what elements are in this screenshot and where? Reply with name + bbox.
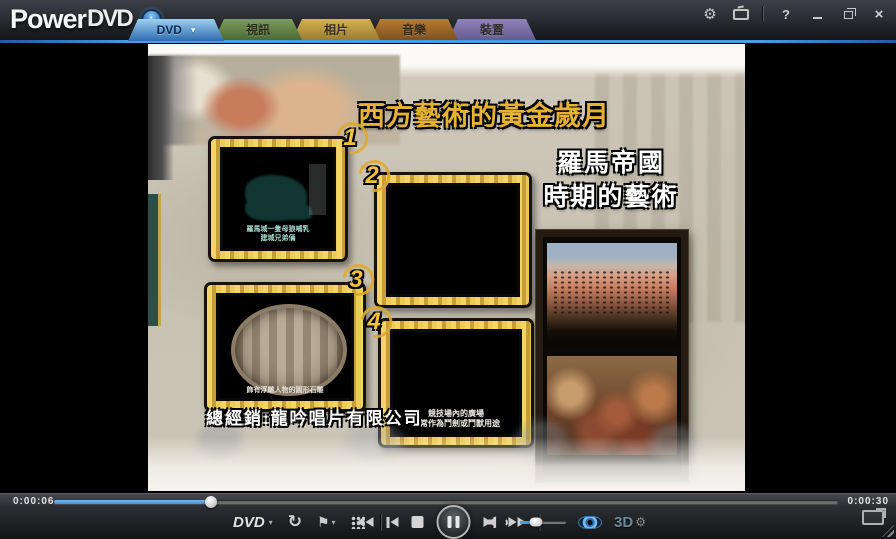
restore-icon <box>844 11 853 19</box>
bookmark-icon: ⚑ <box>317 514 330 531</box>
repeat-button[interactable]: ↻ <box>288 512 302 532</box>
tab-video-label: 視訊 <box>246 21 270 38</box>
menu-subtitle: 羅馬帝國 時期的藝術 <box>526 146 696 214</box>
close-icon: × <box>875 7 884 22</box>
chapter-2-number: 2 <box>365 164 378 188</box>
pause-icon <box>448 516 452 528</box>
rewind-icon <box>357 517 365 527</box>
tab-music-label: 音樂 <box>402 21 426 38</box>
repeat-icon: ↻ <box>288 512 302 532</box>
3d-label: 3D <box>614 514 633 531</box>
chapter-3-caption: 飾有浮雕人物的圓形石雕 <box>219 386 351 395</box>
dvd-menu-screen: 西方藝術的黃金歲月 羅馬帝國 時期的藝術 羅馬城一隻母狼哺乳 建城兄弟倆 <box>148 44 745 491</box>
seek-thumb[interactable] <box>205 496 217 508</box>
titlebar-separator <box>763 7 764 21</box>
menu-bottom-fade <box>148 437 745 491</box>
chevron-down-icon: ▾ <box>269 518 273 527</box>
titlebar[interactable]: PowerDVD ↑ ⚙ ? × <box>0 0 896 40</box>
tab-device-label: 裝置 <box>480 21 504 38</box>
right-control-group: 3D ⚙ <box>488 507 646 537</box>
chapter-3-thumbnail[interactable]: 飾有浮雕人物的圓形石雕 <box>204 282 366 412</box>
tab-video[interactable]: 視訊 <box>214 19 302 40</box>
help-button[interactable]: ? <box>777 6 795 22</box>
volume-thumb[interactable] <box>530 518 543 527</box>
total-time: 0:00:30 <box>848 496 889 507</box>
speaker-icon <box>488 515 501 529</box>
dvd-menu-label: DVD <box>233 514 265 531</box>
chapter-2-thumbnail[interactable] <box>374 172 532 308</box>
video-area[interactable]: 西方藝術的黃金歲月 羅馬帝國 時期的藝術 羅馬城一隻母狼哺乳 建城兄弟倆 <box>0 43 896 492</box>
chapter-1-caption: 羅馬城一隻母狼哺乳 建城兄弟倆 <box>223 225 333 243</box>
source-tabs: DVD ▾ 視訊 相片 音樂 裝置 <box>138 19 536 40</box>
tab-device[interactable]: 裝置 <box>448 19 536 40</box>
gear-icon: ⚙ <box>635 515 646 529</box>
mute-button[interactable] <box>488 515 508 529</box>
chevron-down-icon: ▾ <box>332 518 336 527</box>
playback-controlbar: 0:00:06 0:00:30 DVD ▾ ↻ ⚑ ▾ <box>0 492 896 539</box>
painting-dark-edge <box>148 56 174 180</box>
elapsed-time: 0:00:06 <box>13 496 54 507</box>
minimize-button[interactable] <box>808 6 826 22</box>
chapter-3-number: 3 <box>349 268 362 292</box>
tab-photo[interactable]: 相片 <box>292 19 380 40</box>
restore-button[interactable] <box>839 6 857 22</box>
colosseum-exterior-image <box>547 243 677 347</box>
statue-foliage-image <box>386 183 520 297</box>
menu-subtitle-line1: 羅馬帝國 <box>526 146 696 180</box>
seek-slider[interactable] <box>54 500 838 504</box>
menu-subtitle-line2: 時期的藝術 <box>526 180 696 214</box>
dvd-menu-button[interactable]: DVD ▾ <box>233 514 273 531</box>
help-icon: ? <box>782 7 790 22</box>
tv-icon <box>733 9 749 20</box>
cropped-frame-sliver <box>148 194 161 326</box>
gear-icon: ⚙ <box>703 7 716 22</box>
wolf-statue-image: 羅馬城一隻母狼哺乳 建城兄弟倆 <box>220 147 336 251</box>
chapter-4-number: 4 <box>367 310 380 334</box>
chevron-down-icon: ▾ <box>191 25 196 36</box>
logo-text-dvd: DVD <box>87 5 132 33</box>
minimize-icon <box>813 17 822 19</box>
stop-icon <box>412 516 424 528</box>
display-device-button[interactable] <box>862 510 884 525</box>
pause-button[interactable] <box>437 505 471 539</box>
eye-icon <box>578 516 602 529</box>
close-button[interactable]: × <box>870 6 888 22</box>
window-controls: ⚙ ? × <box>701 6 888 22</box>
volume-slider[interactable] <box>520 521 566 524</box>
powerdvd-window: PowerDVD ↑ ⚙ ? × <box>0 0 896 539</box>
logo-text-power: Power <box>10 4 86 35</box>
tab-music[interactable]: 音樂 <box>370 19 458 40</box>
bookmark-button[interactable]: ⚑ ▾ <box>317 514 336 531</box>
stone-relief-image: 飾有浮雕人物的圓形石雕 <box>216 293 354 401</box>
truetheater-button[interactable] <box>578 516 602 529</box>
rewind-button[interactable] <box>357 517 374 527</box>
seek-fill <box>54 500 211 504</box>
sound-wave-icon <box>503 518 508 527</box>
3d-button[interactable]: 3D ⚙ <box>614 514 646 531</box>
chapter-1-number: 1 <box>343 126 356 150</box>
distributor-text: 總經銷:龍吟唱片有限公司 <box>206 404 423 429</box>
tv-mode-button[interactable] <box>732 6 750 22</box>
tab-dvd-label: DVD <box>157 23 182 37</box>
previous-icon <box>387 517 390 528</box>
chapter-1-thumbnail[interactable]: 羅馬城一隻母狼哺乳 建城兄弟倆 <box>208 136 348 262</box>
settings-button[interactable]: ⚙ <box>701 6 719 22</box>
resize-grip[interactable] <box>882 525 894 537</box>
menu-title: 西方藝術的黃金歲月 <box>358 94 745 133</box>
stop-button[interactable] <box>412 516 424 528</box>
tab-dvd[interactable]: DVD ▾ <box>128 19 224 41</box>
tab-photo-label: 相片 <box>324 21 348 38</box>
previous-chapter-button[interactable] <box>387 517 399 528</box>
